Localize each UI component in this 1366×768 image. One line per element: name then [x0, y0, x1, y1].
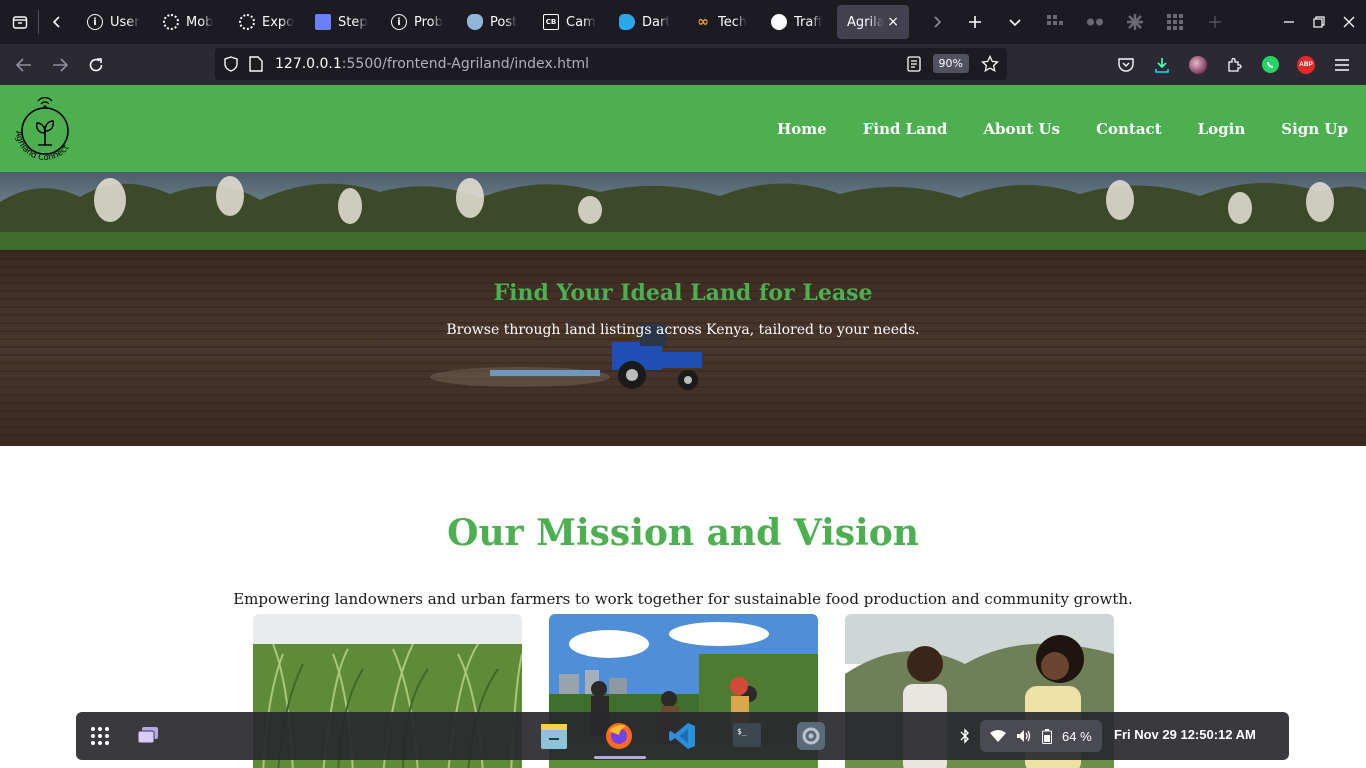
site-header: Agriland Connect Home Find Land About Us…	[0, 85, 1366, 172]
info-icon: i	[87, 14, 103, 30]
firefox-icon[interactable]	[603, 720, 635, 752]
glasses-icon	[1081, 8, 1109, 36]
pocket-icon[interactable]	[1108, 49, 1144, 81]
whatsapp-icon[interactable]	[1252, 49, 1288, 81]
navigation-toolbar: 127.0.0.1:5500/frontend-Agriland/index.h…	[0, 44, 1366, 85]
tab-tech[interactable]: ∞ Tech	[685, 5, 761, 39]
hero-title: Find Your Ideal Land for Lease	[493, 280, 873, 306]
nav-home[interactable]: Home	[777, 120, 827, 138]
tab-scroll-right-icon[interactable]	[923, 8, 951, 36]
clock-datetime[interactable]: Fri Nov 29 12:50:12 AM	[1114, 727, 1256, 742]
tab-step[interactable]: Step	[305, 5, 381, 39]
files-icon[interactable]	[538, 720, 570, 752]
tab-scroll-left-icon[interactable]	[43, 8, 71, 36]
tab-cam[interactable]: CB Cam	[533, 5, 609, 39]
terminal-icon[interactable]: $_	[731, 720, 763, 752]
tab-agriland-active[interactable]: Agrila ×	[837, 5, 909, 39]
github-icon	[771, 14, 787, 30]
svg-text:$_: $_	[737, 727, 747, 736]
status-indicators[interactable]: 64 %	[980, 720, 1102, 752]
mission-section: Our Mission and Vision Empowering landow…	[0, 512, 1366, 608]
nav-login[interactable]: Login	[1198, 120, 1246, 138]
reader-view-icon[interactable]	[907, 56, 921, 72]
gift-icon	[315, 14, 331, 30]
hero-subtitle: Browse through land listings across Keny…	[446, 322, 920, 338]
nav-find-land[interactable]: Find Land	[863, 120, 948, 138]
app-launcher-grid-icon[interactable]	[84, 720, 116, 752]
desktop-dock: $_ 64 % Fri Nov 29 12:50:12 AM	[76, 712, 1289, 760]
list-all-tabs-icon[interactable]	[1001, 8, 1029, 36]
address-bar[interactable]: 127.0.0.1:5500/frontend-Agriland/index.h…	[215, 48, 1007, 80]
add-icon-dim	[1201, 8, 1229, 36]
close-tab-icon[interactable]: ×	[887, 14, 899, 30]
mission-text: Empowering landowners and urban farmers …	[233, 590, 1133, 608]
account-avatar-icon[interactable]	[1180, 49, 1216, 81]
close-window-icon[interactable]	[1335, 8, 1363, 36]
apps-grid-icon	[1161, 8, 1189, 36]
asterisk-icon	[1121, 8, 1149, 36]
zoom-level-badge[interactable]: 90%	[932, 54, 969, 73]
settings-icon[interactable]	[795, 720, 827, 752]
grid-window-icon	[1041, 8, 1069, 36]
tab-mob[interactable]: Mob	[153, 5, 229, 39]
back-arrow-icon[interactable]	[6, 49, 42, 81]
info-icon: i	[391, 14, 407, 30]
tab-prob[interactable]: i Prob	[381, 5, 457, 39]
battery-percentage: 64 %	[1062, 728, 1092, 744]
extensions-puzzle-icon[interactable]	[1216, 49, 1252, 81]
nav-sign-up[interactable]: Sign Up	[1281, 120, 1348, 138]
reload-icon[interactable]	[78, 49, 114, 81]
dart-icon	[619, 14, 635, 30]
downloads-icon[interactable]	[1144, 49, 1180, 81]
wifi-icon	[990, 730, 1006, 742]
page-info-icon[interactable]	[249, 56, 263, 72]
volume-icon	[1016, 729, 1032, 743]
mission-title: Our Mission and Vision	[447, 512, 919, 554]
forward-arrow-icon[interactable]	[42, 49, 78, 81]
logo-wordmark: Agriland Connect	[13, 130, 72, 163]
bluetooth-icon[interactable]	[960, 728, 970, 744]
workspaces-icon[interactable]	[132, 720, 164, 752]
vscode-icon[interactable]	[666, 720, 698, 752]
hero-banner: Find Your Ideal Land for Lease Browse th…	[0, 172, 1366, 446]
tab-expo[interactable]: Expo	[229, 5, 305, 39]
nav-about-us[interactable]: About Us	[983, 120, 1060, 138]
firefox-active-indicator	[594, 756, 646, 759]
battery-icon	[1042, 728, 1052, 744]
tab-strip: i User Mob Expo Step i Prob Post CB Cam …	[0, 0, 1366, 44]
agriland-logo[interactable]: Agriland Connect	[8, 93, 82, 165]
hero-text-block: Find Your Ideal Land for Lease Browse th…	[0, 172, 1366, 338]
tab-post[interactable]: Post	[457, 5, 533, 39]
minimize-window-icon[interactable]	[1275, 8, 1303, 36]
shield-icon[interactable]	[223, 56, 239, 72]
camera-card-icon: CB	[543, 14, 559, 30]
main-nav: Home Find Land About Us Contact Login Si…	[777, 120, 1348, 138]
firefox-view-icon[interactable]	[6, 8, 34, 36]
openai-icon	[163, 14, 179, 30]
adblock-plus-icon[interactable]: ABP	[1288, 49, 1324, 81]
new-tab-icon[interactable]	[961, 8, 989, 36]
tab-user[interactable]: i User	[77, 5, 153, 39]
postgres-icon	[467, 14, 483, 30]
infinity-icon: ∞	[697, 14, 709, 30]
bookmark-star-icon[interactable]	[981, 55, 999, 73]
restore-window-icon[interactable]	[1305, 8, 1333, 36]
toolbar-right-icons: ABP	[1108, 44, 1360, 85]
hamburger-menu-icon[interactable]	[1324, 49, 1360, 81]
tab-dart[interactable]: Dart	[609, 5, 685, 39]
svg-text:Agriland Connect: Agriland Connect	[13, 130, 72, 163]
page-content: Agriland Connect Home Find Land About Us…	[0, 85, 1366, 768]
openai-icon	[239, 14, 255, 30]
nav-contact[interactable]: Contact	[1096, 120, 1162, 138]
tab-traff[interactable]: Traff	[761, 5, 837, 39]
url-text[interactable]: 127.0.0.1:5500/frontend-Agriland/index.h…	[275, 56, 589, 72]
